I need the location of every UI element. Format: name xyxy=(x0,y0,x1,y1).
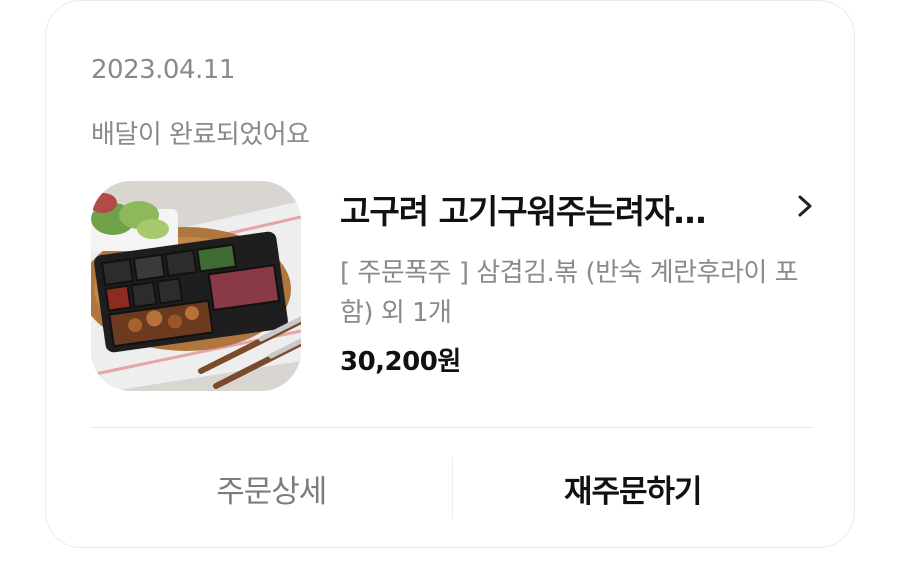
order-date: 2023.04.11 xyxy=(91,55,235,85)
store-link[interactable]: 고구려 고기구워주는려자… xyxy=(340,186,814,232)
menu-description: [ 주문폭주 ] 삼겹김.볶 (반숙 계란후라이 포함) 외 1개 xyxy=(340,258,799,328)
order-price: 30,200원 xyxy=(340,347,461,377)
store-name: 고구려 고기구워주는려자… xyxy=(340,192,706,231)
food-thumbnail-image[interactable] xyxy=(91,181,301,391)
order-card: 2023.04.11 배달이 완료되었어요 고구려 고기구워주는려자… [주문… xyxy=(45,0,855,548)
action-bar: 주문상세 재주문하기 xyxy=(91,428,813,548)
delivery-status: 배달이 완료되었어요 xyxy=(91,120,310,150)
reorder-button[interactable]: 재주문하기 xyxy=(453,428,814,548)
chevron-right-icon xyxy=(796,193,814,225)
order-detail-button[interactable]: 주문상세 xyxy=(91,428,452,548)
food-tray-image xyxy=(91,181,301,391)
